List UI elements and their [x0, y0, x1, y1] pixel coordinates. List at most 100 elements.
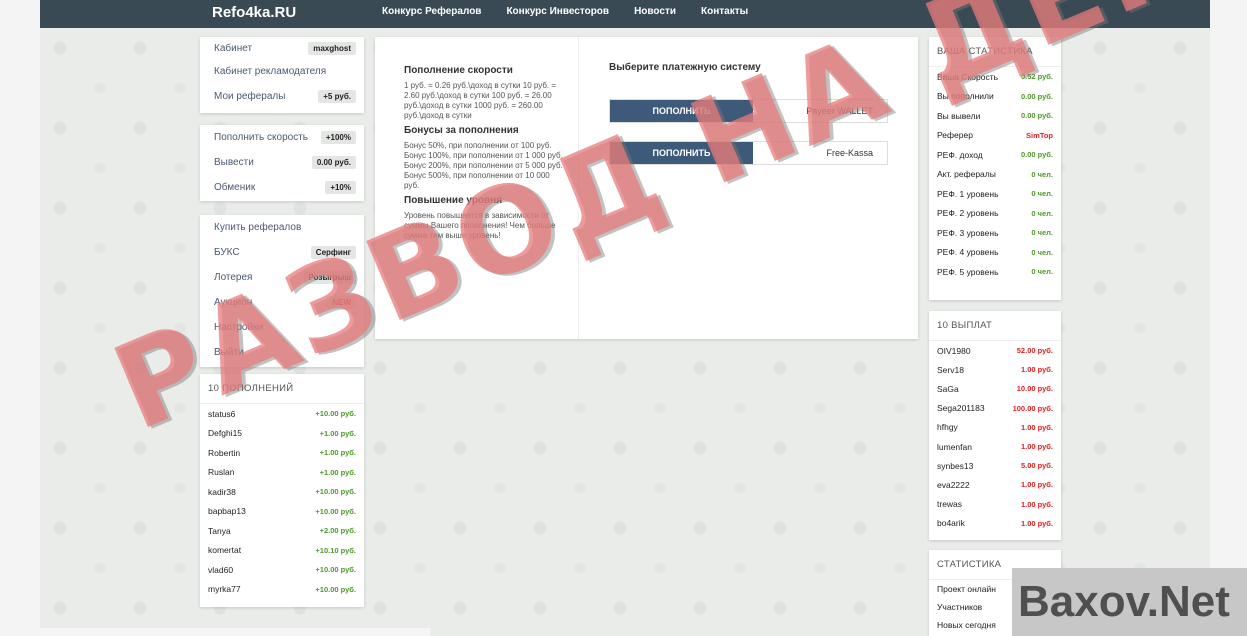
list-item-value: 1.00 руб. — [1020, 518, 1053, 528]
payouts-title: 10 ВЫПЛАТ — [929, 311, 1061, 341]
list-item-value: +10.00 руб. — [315, 584, 356, 594]
list-item-value: +10.00 руб. — [315, 487, 356, 497]
list-item-label: Serv18 — [937, 364, 964, 375]
site-logo[interactable]: Refo4ka.RU — [212, 4, 296, 21]
list-item: eva2222 1.00 руб. — [929, 475, 1061, 494]
list-item: РЕФ. 5 уровень 0 чел. — [929, 262, 1061, 282]
list-item: bo4arik 1.00 руб. — [929, 514, 1061, 533]
list-item-label: Участников — [937, 602, 983, 612]
menu-badge: +10% — [325, 181, 356, 194]
sidebar-item-cabinet[interactable]: Кабинет maxghost — [200, 37, 364, 59]
list-item-value: 10.00 руб. — [1016, 384, 1053, 394]
list-item-label: РЕФ. 4 уровень — [937, 247, 999, 258]
list-item: komertat +10.10 руб. — [200, 541, 364, 561]
list-item-value: +10.00 руб. — [315, 409, 356, 419]
sidebar-item-referrals[interactable]: Мои рефералы +5 руб. — [200, 84, 364, 109]
sidebar-menu-finance: Пополнить скорость +100% Вывести 0.00 руб.… — [200, 125, 364, 201]
sidebar-item-advertiser[interactable]: Кабинет рекламодателя — [200, 59, 364, 84]
list-item-value: 100.00 руб. — [1012, 403, 1053, 413]
list-item-value: 0.00 руб. — [1020, 150, 1053, 160]
list-item-label: eva2222 — [937, 479, 970, 490]
list-item-value: 1.00 руб. — [1020, 365, 1053, 375]
list-item-value: 1.00 руб. — [1020, 499, 1053, 509]
main-nav: Конкурс Рефералов Конкурс Инвесторов Нов… — [382, 6, 773, 17]
list-item: Ruslan +1.00 руб. — [200, 463, 364, 483]
list-item-value: 0 чел. — [1031, 189, 1053, 199]
payouts-list: OIV1980 52.00 руб. Serv18 1.00 руб. SaGa 10.0… — [929, 341, 1061, 533]
list-item-value: 0 чел. — [1031, 247, 1053, 257]
list-item-value: +1.00 руб. — [319, 448, 356, 458]
menu-label: Купить рефералов — [214, 222, 302, 233]
list-item: kadir38 +10.00 руб. — [200, 482, 364, 502]
list-item-value: +10.10 руб. — [315, 545, 356, 555]
list-item-label: trewas — [937, 499, 963, 510]
menu-label: Кабинет — [214, 42, 253, 54]
list-item-value: 52.00 руб. — [1016, 346, 1053, 356]
deposits-list: status6 +10.00 руб. Defghi15 +1.00 руб. Robe… — [200, 404, 364, 599]
list-item-value: 1.00 руб. — [1020, 442, 1053, 452]
list-item-label: lumenfan — [937, 441, 972, 452]
list-item-value: SimTop — [1026, 130, 1053, 140]
list-item-label: kadir38 — [208, 486, 236, 497]
list-item-label: Ruslan — [208, 467, 235, 478]
list-item-label: synbes13 — [937, 460, 974, 471]
list-item-value: 0 чел. — [1031, 208, 1053, 218]
list-item-label: РЕФ. 1 уровень — [937, 188, 999, 199]
list-item-label: Robertin — [208, 447, 241, 458]
menu-label: БУКС — [214, 247, 240, 258]
menu-label: Вывести — [214, 157, 254, 168]
list-item-value: +2.00 руб. — [319, 526, 356, 536]
nav-referral-contest[interactable]: Конкурс Рефералов — [382, 6, 481, 17]
menu-badge: +100% — [320, 131, 356, 144]
username-badge: maxghost — [308, 41, 356, 55]
list-item-label: РЕФ. 5 уровень — [937, 266, 999, 277]
list-item-label: OIV1980 — [937, 345, 971, 356]
list-item: lumenfan 1.00 руб. — [929, 437, 1061, 456]
list-item-label: bo4arik — [937, 518, 965, 529]
list-item: synbes13 5.00 руб. — [929, 456, 1061, 475]
list-item-label: SaGa — [937, 383, 959, 394]
sidebar-item-exchanger[interactable]: Обменик +10% — [200, 175, 364, 200]
list-item-value: +10.00 руб. — [315, 506, 356, 516]
list-item: Serv18 1.00 руб. — [929, 360, 1061, 379]
list-item-label: РЕФ. 3 уровень — [937, 227, 999, 238]
list-item-label: hfhgy — [937, 422, 958, 433]
list-item-value: 5.00 руб. — [1020, 461, 1053, 471]
list-item: РЕФ. 2 уровень 0 чел. — [929, 204, 1061, 224]
speed-title: Пополнение скорости — [404, 65, 513, 76]
list-item: РЕФ. 4 уровень 0 чел. — [929, 243, 1061, 263]
list-item: vlad60 +10.00 руб. — [200, 560, 364, 580]
list-item: hfhgy 1.00 руб. — [929, 418, 1061, 437]
list-item: trewas 1.00 руб. — [929, 495, 1061, 514]
list-item-value: +1.00 руб. — [319, 428, 356, 438]
list-item-label: vlad60 — [208, 564, 234, 575]
list-item: OIV1980 52.00 руб. — [929, 341, 1061, 360]
nav-contacts[interactable]: Контакты — [701, 6, 748, 17]
list-item-label: РЕФ. 2 уровень — [937, 208, 999, 219]
right-margin — [1210, 0, 1247, 636]
list-item: Defghi15 +1.00 руб. — [200, 424, 364, 444]
list-item-value: 0 чел. — [1031, 228, 1053, 238]
nav-investor-contest[interactable]: Конкурс Инвесторов — [506, 6, 609, 17]
list-item: Robertin +1.00 руб. — [200, 443, 364, 463]
list-item-label: Акт. рефералы — [937, 169, 996, 180]
menu-label: Кабинет рекламодателя — [214, 66, 327, 77]
menu-badge: +5 руб. — [318, 90, 356, 103]
menu-badge: 0.00 руб. — [311, 156, 356, 169]
list-item-value: 1.00 руб. — [1020, 422, 1053, 432]
list-item-label: Tanya — [208, 525, 231, 536]
list-item-label: Реферер — [937, 130, 973, 141]
list-item-value: +1.00 руб. — [319, 467, 356, 477]
site-watermark: Baxov.Net — [1012, 568, 1247, 636]
menu-label: Мои рефералы — [214, 91, 286, 102]
list-item-label: komertat — [208, 545, 242, 556]
sidebar-item-topup-speed[interactable]: Пополнить скорость +100% — [200, 125, 364, 150]
list-item: РЕФ. 1 уровень 0 чел. — [929, 184, 1061, 204]
list-item-label: РЕФ. доход — [937, 149, 983, 160]
list-item: РЕФ. доход 0.00 руб. — [929, 145, 1061, 165]
list-item: РЕФ. 3 уровень 0 чел. — [929, 223, 1061, 243]
nav-news[interactable]: Новости — [634, 6, 676, 17]
list-item-label: Проект онлайн — [937, 584, 996, 594]
sidebar-item-withdraw[interactable]: Вывести 0.00 руб. — [200, 150, 364, 175]
browser-status-bar — [40, 628, 430, 636]
